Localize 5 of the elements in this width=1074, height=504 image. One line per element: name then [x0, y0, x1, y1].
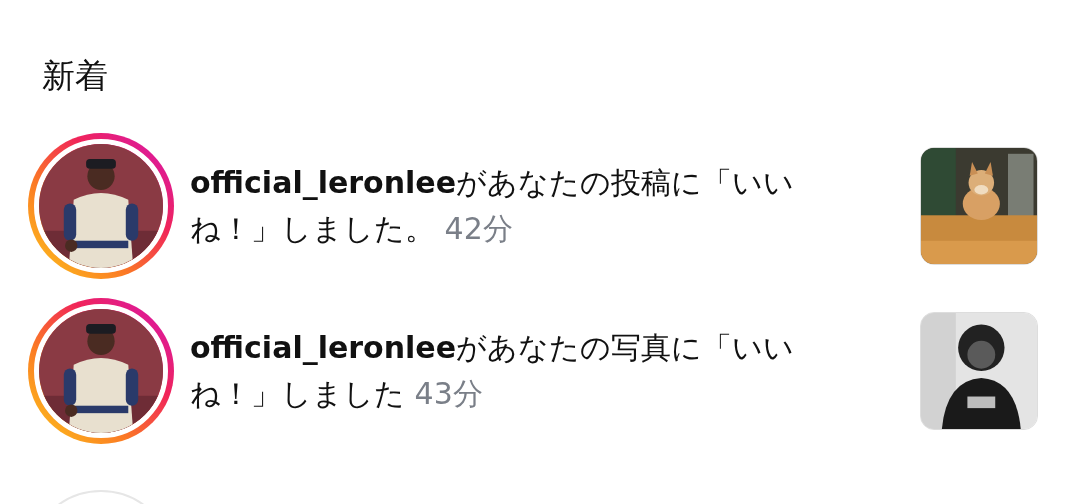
notification-text: official_leronleeがあなたの投稿に「いいね！」しました。 42分: [190, 164, 796, 249]
timestamp: 43分: [414, 376, 483, 412]
section-title: 新着: [42, 56, 109, 96]
timestamp: 42分: [444, 211, 513, 247]
notification-text: official_leronleeがあなたの写真に「いいね！」しました 43分: [190, 329, 796, 414]
